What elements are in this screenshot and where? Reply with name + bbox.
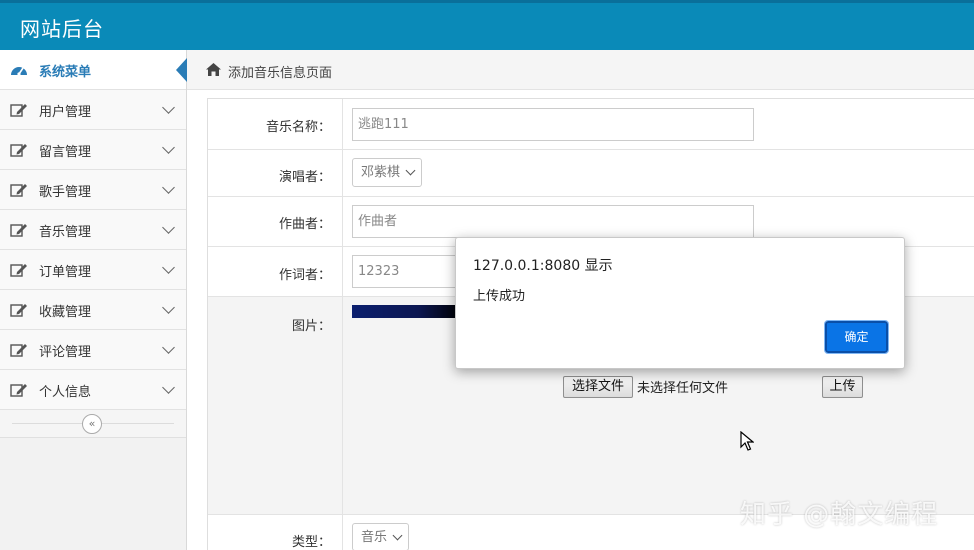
sidebar-item-profile[interactable]: 个人信息 bbox=[0, 370, 186, 410]
watermark: 知乎 @翰文编程 bbox=[740, 500, 939, 530]
sidebar-item-label: 评论管理 bbox=[39, 345, 92, 360]
lyricist-label: 作词者： bbox=[278, 268, 331, 283]
sidebar-item-system-menu[interactable]: 系统菜单 bbox=[0, 50, 187, 90]
chevron-down-icon bbox=[162, 381, 175, 394]
top-header: 网站后台 bbox=[0, 0, 974, 50]
dialog-title: 127.0.0.1:8080 显示 bbox=[473, 258, 613, 274]
chevron-down-icon bbox=[162, 341, 175, 354]
chevron-down-icon bbox=[162, 301, 175, 314]
breadcrumb: 添加音乐信息页面 bbox=[187, 50, 974, 90]
chevron-down-icon bbox=[392, 530, 403, 541]
chevron-down-icon bbox=[162, 221, 175, 234]
sidebar-item-comments[interactable]: 评论管理 bbox=[0, 330, 186, 370]
edit-icon bbox=[10, 104, 27, 117]
music-name-label: 音乐名称： bbox=[265, 120, 331, 135]
composer-label: 作曲者： bbox=[278, 217, 331, 232]
collapse-sidebar-button[interactable]: « bbox=[82, 414, 102, 434]
sidebar-item-label: 用户管理 bbox=[39, 105, 92, 120]
type-selected-value: 音乐 bbox=[361, 530, 388, 545]
upload-button[interactable]: 上传 bbox=[822, 376, 863, 398]
chevron-down-icon bbox=[405, 165, 416, 176]
sidebar-item-label: 歌手管理 bbox=[39, 185, 92, 200]
type-select[interactable]: 音乐 bbox=[352, 523, 409, 550]
breadcrumb-text: 添加音乐信息页面 bbox=[228, 66, 333, 81]
sidebar-item-label: 收藏管理 bbox=[39, 305, 92, 320]
sidebar-item-label: 系统菜单 bbox=[39, 65, 92, 80]
chevron-down-icon bbox=[162, 181, 175, 194]
sidebar-item-singers[interactable]: 歌手管理 bbox=[0, 170, 186, 210]
form-row-music-name: 音乐名称： 逃跑111 bbox=[208, 99, 974, 150]
dashboard-icon bbox=[11, 67, 27, 76]
home-icon bbox=[206, 63, 221, 76]
chevron-down-icon bbox=[162, 141, 175, 154]
edit-icon bbox=[10, 264, 27, 277]
edit-icon bbox=[10, 304, 27, 317]
image-preview bbox=[352, 305, 462, 318]
dialog-message: 上传成功 bbox=[473, 289, 526, 304]
active-caret bbox=[176, 58, 187, 82]
chevron-down-icon bbox=[162, 261, 175, 274]
image-label: 图片： bbox=[291, 319, 331, 334]
type-label: 类型： bbox=[291, 535, 331, 550]
singer-selected-value: 邓紫棋 bbox=[361, 165, 401, 180]
sidebar-item-label: 留言管理 bbox=[39, 145, 92, 160]
sidebar-item-label: 音乐管理 bbox=[39, 225, 92, 240]
chevron-down-icon bbox=[162, 101, 175, 114]
sidebar-item-messages[interactable]: 留言管理 bbox=[0, 130, 186, 170]
sidebar-collapse-bar: « bbox=[0, 410, 186, 438]
edit-icon bbox=[10, 344, 27, 357]
sidebar-item-music[interactable]: 音乐管理 bbox=[0, 210, 186, 250]
composer-input[interactable]: 作曲者 bbox=[352, 205, 754, 238]
sidebar-item-orders[interactable]: 订单管理 bbox=[0, 250, 186, 290]
choose-file-button[interactable]: 选择文件 bbox=[563, 376, 633, 398]
singer-select[interactable]: 邓紫棋 bbox=[352, 158, 422, 187]
edit-icon bbox=[10, 224, 27, 237]
sidebar-item-label: 订单管理 bbox=[39, 265, 92, 280]
dialog-ok-button[interactable]: 确定 bbox=[824, 320, 889, 354]
sidebar-item-favorites[interactable]: 收藏管理 bbox=[0, 290, 186, 330]
edit-icon bbox=[10, 184, 27, 197]
alert-dialog: 127.0.0.1:8080 显示 上传成功 确定 bbox=[455, 237, 905, 369]
singer-label: 演唱者： bbox=[278, 170, 331, 185]
music-name-input[interactable]: 逃跑111 bbox=[352, 108, 754, 141]
edit-icon bbox=[10, 144, 27, 157]
sidebar-item-users[interactable]: 用户管理 bbox=[0, 90, 186, 130]
file-status-text: 未选择任何文件 bbox=[637, 381, 729, 396]
sidebar: 系统菜单 用户管理 留言管理 歌手管理 音乐管理 订单管理 收藏管理 评论管理 bbox=[0, 50, 187, 550]
site-title: 网站后台 bbox=[20, 17, 104, 41]
sidebar-item-label: 个人信息 bbox=[39, 385, 92, 400]
form-row-singer: 演唱者： 邓紫棋 bbox=[208, 150, 974, 197]
edit-icon bbox=[10, 384, 27, 397]
mouse-cursor-icon bbox=[740, 431, 754, 451]
